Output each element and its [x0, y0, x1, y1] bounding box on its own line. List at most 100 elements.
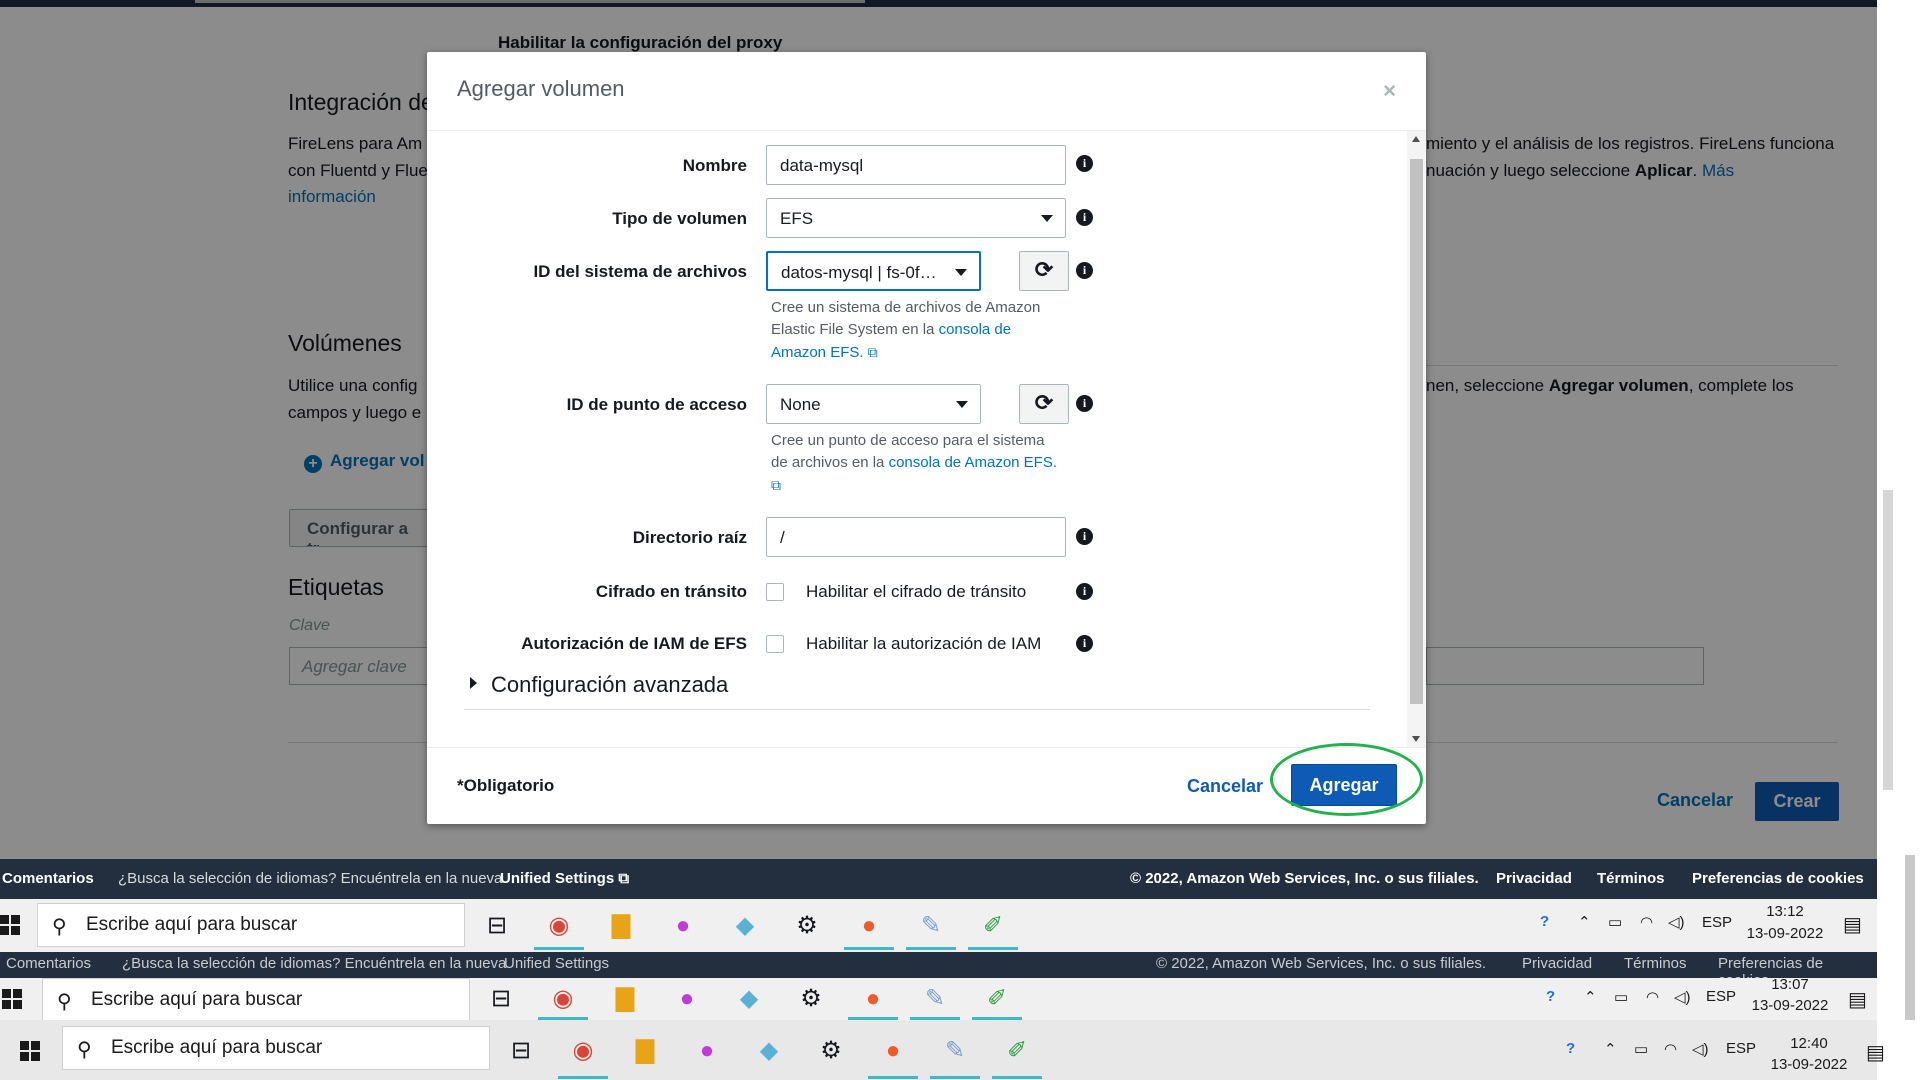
dialog-scrollbar[interactable]	[1407, 131, 1426, 747]
terms-link[interactable]: Términos	[1597, 870, 1665, 887]
scroll-up-icon[interactable]	[1412, 136, 1420, 142]
battery-icon[interactable]: ▭	[1608, 913, 1622, 931]
task-view-icon[interactable]: ⊟	[486, 984, 516, 1014]
app-icon[interactable]: ◆	[734, 984, 764, 1014]
transit-encryption-checkbox-label[interactable]: Habilitar el cifrado de tránsito	[806, 582, 1026, 602]
iam-auth-checkbox-label[interactable]: Habilitar la autorización de IAM	[806, 634, 1041, 654]
wifi-icon[interactable]: ◠	[1640, 913, 1653, 931]
windows-logo[interactable]	[20, 1041, 40, 1061]
efs-console-link-2[interactable]: consola de Amazon EFS.	[889, 454, 1057, 471]
browser-icon[interactable]: ●	[854, 911, 884, 941]
taskbar-search-3[interactable]: ⚲ Escribe aquí para buscar	[62, 1026, 490, 1070]
advanced-config-toggle[interactable]: Configuración avanzada	[470, 672, 728, 698]
clock-date[interactable]: 13-09-2022	[1769, 1056, 1849, 1073]
chrome-icon[interactable]: ◉	[548, 984, 578, 1014]
outer-scroll-thumb-2[interactable]	[1905, 855, 1915, 1020]
root-dir-info-icon[interactable]: i	[1076, 528, 1093, 545]
paint3d-icon[interactable]: ●	[672, 984, 702, 1014]
task-view-icon[interactable]: ⊟	[482, 911, 512, 941]
help-icon[interactable]: ?	[1546, 988, 1555, 1005]
iam-auth-checkbox[interactable]	[766, 635, 784, 653]
taskbar-search-1[interactable]: ⚲ Escribe aquí para buscar	[37, 903, 465, 947]
chrome-icon[interactable]: ◉	[544, 911, 574, 941]
language-indicator[interactable]: ESP	[1726, 1040, 1756, 1057]
clock-date[interactable]: 13-09-2022	[1745, 925, 1825, 942]
notes-icon[interactable]: ✐	[982, 984, 1012, 1014]
clock-time[interactable]: 13:07	[1755, 976, 1825, 993]
help-icon[interactable]: ?	[1566, 1040, 1575, 1057]
dialog-cancel-button[interactable]: Cancelar	[1187, 776, 1263, 797]
feedback-link[interactable]: Comentarios	[2, 870, 94, 887]
outer-scrollbar[interactable]	[1877, 0, 1920, 1080]
chrome-icon[interactable]: ◉	[568, 1036, 598, 1066]
windows-logo[interactable]	[0, 915, 20, 935]
notification-icon[interactable]: ▤	[1843, 912, 1862, 937]
app-icon[interactable]: ◆	[754, 1036, 784, 1066]
outer-scroll-thumb[interactable]	[1883, 490, 1893, 790]
fs-refresh-button[interactable]: ⟳	[1019, 251, 1069, 291]
notes-active-indicator	[968, 947, 1018, 950]
notification-icon[interactable]: ▤	[1848, 987, 1867, 1012]
iam-auth-info-icon[interactable]: i	[1076, 635, 1093, 652]
access-point-info-icon[interactable]: i	[1076, 395, 1093, 412]
taskbar-search-2[interactable]: ⚲ Escribe aquí para buscar	[42, 978, 470, 1022]
fs-id-select[interactable]: datos-mysql | fs-0f…	[766, 251, 981, 291]
unified-settings-label: Unified Settings	[500, 870, 615, 887]
chevron-up-icon[interactable]: ⌃	[1584, 988, 1597, 1006]
paint3d-icon[interactable]: ●	[692, 1036, 722, 1066]
notification-icon[interactable]: ▤	[1866, 1040, 1885, 1065]
access-point-value: None	[780, 395, 821, 414]
settings-icon[interactable]: ⚙	[816, 1036, 846, 1066]
volume-icon[interactable]: ◁)	[1692, 1040, 1709, 1058]
access-point-select[interactable]: None	[766, 384, 981, 424]
chevron-up-icon[interactable]: ⌃	[1604, 1040, 1617, 1058]
browser-icon[interactable]: ●	[858, 984, 888, 1014]
battery-icon[interactable]: ▭	[1614, 988, 1628, 1006]
volume-type-value: EFS	[780, 209, 814, 228]
wifi-icon[interactable]: ◠	[1646, 988, 1659, 1006]
transit-encryption-checkbox[interactable]	[766, 583, 784, 601]
copyright-dup: © 2022, Amazon Web Services, Inc. o sus …	[1156, 955, 1487, 972]
file-explorer-icon[interactable]: ▇	[610, 984, 640, 1014]
browser-icon[interactable]: ●	[878, 1036, 908, 1066]
language-indicator[interactable]: ESP	[1702, 914, 1732, 931]
settings-icon[interactable]: ⚙	[792, 911, 822, 941]
chevron-up-icon[interactable]: ⌃	[1578, 913, 1591, 931]
unified-settings-link[interactable]: Unified Settings ⧉	[500, 870, 629, 887]
volume-icon[interactable]: ◁)	[1668, 913, 1685, 931]
paint-icon[interactable]: ✎	[916, 911, 946, 941]
notes-icon[interactable]: ✐	[978, 911, 1008, 941]
file-explorer-icon[interactable]: ▇	[606, 911, 636, 941]
paint-icon[interactable]: ✎	[920, 984, 950, 1014]
battery-icon[interactable]: ▭	[1634, 1040, 1648, 1058]
external-link-icon: ⧉	[618, 870, 630, 887]
dialog-scroll-thumb[interactable]	[1410, 159, 1423, 704]
paint-icon[interactable]: ✎	[940, 1036, 970, 1066]
name-input[interactable]: data-mysql	[766, 145, 1066, 185]
volume-type-select[interactable]: EFS	[766, 198, 1066, 238]
language-indicator[interactable]: ESP	[1706, 988, 1736, 1005]
close-icon[interactable]: ×	[1383, 78, 1396, 104]
volume-icon[interactable]: ◁)	[1674, 988, 1691, 1006]
transit-encryption-info-icon[interactable]: i	[1076, 583, 1093, 600]
clock-time[interactable]: 12:40	[1774, 1035, 1844, 1052]
clock-time[interactable]: 13:12	[1750, 903, 1820, 920]
task-view-icon[interactable]: ⊟	[506, 1036, 536, 1066]
help-icon[interactable]: ?	[1540, 913, 1549, 930]
volume-type-info-icon[interactable]: i	[1076, 209, 1093, 226]
app-icon[interactable]: ◆	[730, 911, 760, 941]
privacy-link[interactable]: Privacidad	[1496, 870, 1572, 887]
file-explorer-icon[interactable]: ▇	[630, 1036, 660, 1066]
notes-icon[interactable]: ✐	[1002, 1036, 1032, 1066]
windows-logo[interactable]	[2, 989, 22, 1009]
clock-date[interactable]: 13-09-2022	[1750, 997, 1830, 1014]
name-info-icon[interactable]: i	[1076, 155, 1093, 172]
paint3d-icon[interactable]: ●	[668, 911, 698, 941]
fs-id-info-icon[interactable]: i	[1076, 262, 1093, 279]
settings-icon[interactable]: ⚙	[796, 984, 826, 1014]
cookie-preferences-link[interactable]: Preferencias de cookies	[1692, 870, 1864, 887]
scroll-down-icon[interactable]	[1412, 736, 1420, 742]
access-point-refresh-button[interactable]: ⟳	[1019, 384, 1069, 424]
wifi-icon[interactable]: ◠	[1664, 1040, 1677, 1058]
root-dir-input[interactable]: /	[766, 517, 1066, 557]
